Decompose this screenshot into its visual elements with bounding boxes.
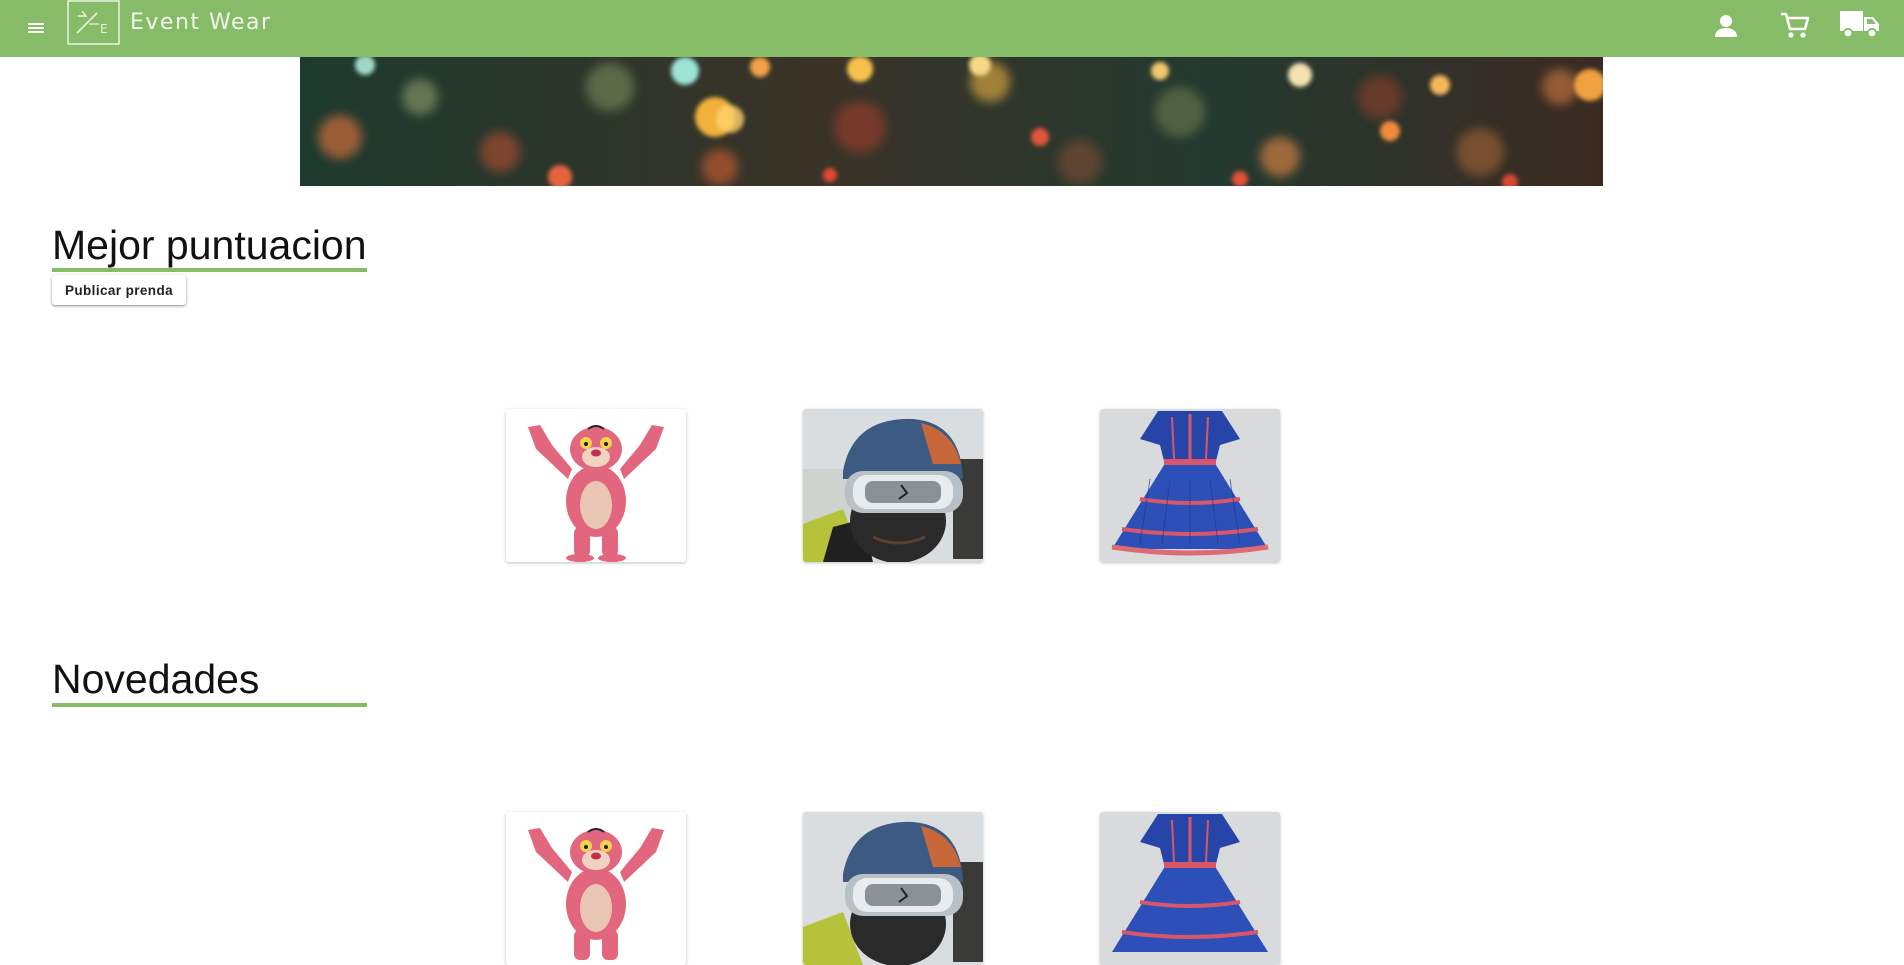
cart-icon[interactable] (1778, 9, 1812, 41)
user-icon[interactable] (1710, 10, 1742, 42)
product-card-blue-dress[interactable] (1100, 812, 1280, 965)
ski-helmet-goggles-image (803, 812, 983, 965)
ski-helmet-goggles-image (803, 409, 983, 562)
logo[interactable]: E (67, 0, 121, 45)
pink-panther-costume-image (506, 812, 686, 965)
product-card-ski-helmet[interactable] (803, 812, 983, 965)
top-app-bar: E Event Wear (0, 0, 1904, 57)
blue-ruffled-dress-image (1100, 812, 1280, 965)
section-title-top-rated: Mejor puntuacion (52, 222, 367, 268)
blue-ruffled-dress-image (1100, 409, 1280, 562)
section-title-new-arrivals: Novedades (52, 656, 260, 702)
product-card-pink-panther[interactable] (506, 409, 686, 562)
logo-letter: E (100, 22, 108, 36)
menu-icon[interactable] (22, 14, 50, 42)
section-underline (52, 268, 367, 272)
hero-banner (300, 57, 1603, 186)
product-card-pink-panther[interactable] (506, 812, 686, 965)
truck-icon[interactable] (1838, 6, 1882, 40)
product-card-blue-dress[interactable] (1100, 409, 1280, 562)
brand-name[interactable]: Event Wear (130, 9, 272, 37)
section-underline (52, 703, 367, 707)
product-card-ski-helmet[interactable] (803, 409, 983, 562)
publish-garment-button[interactable]: Publicar prenda (52, 275, 186, 305)
pink-panther-costume-image (506, 409, 686, 562)
